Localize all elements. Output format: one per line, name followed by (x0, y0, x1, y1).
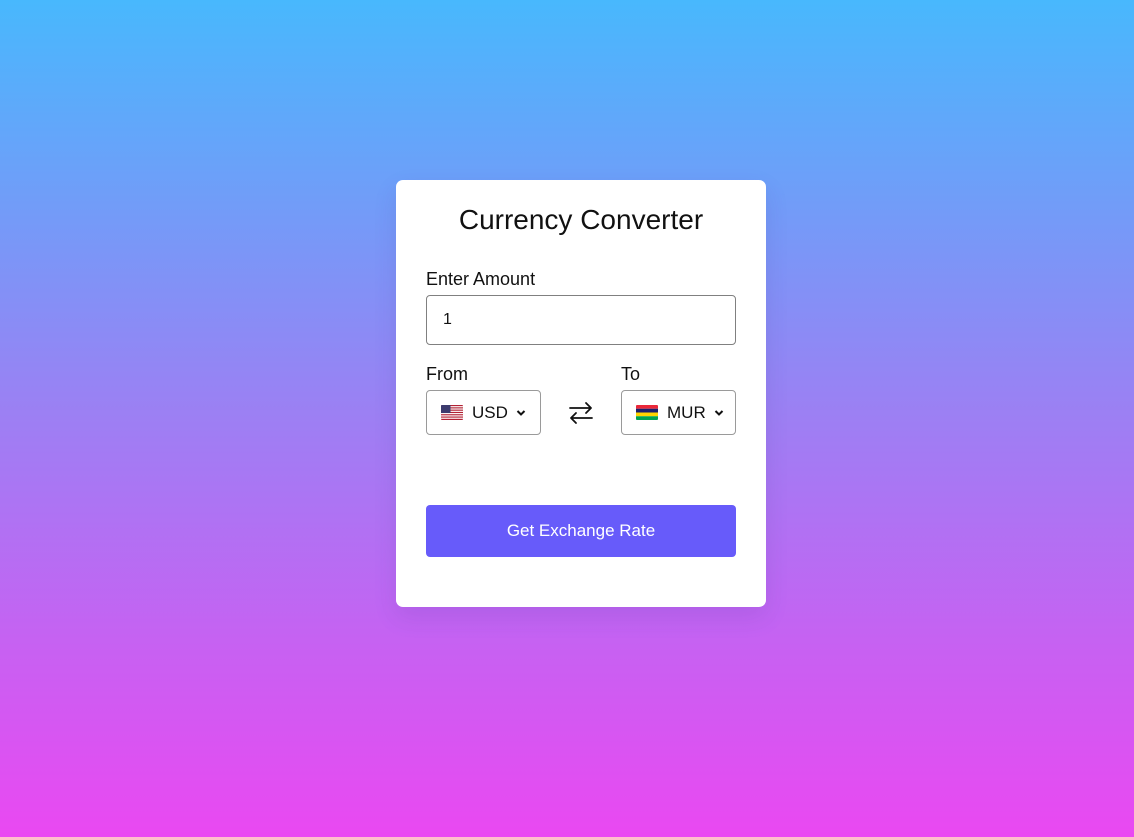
amount-input[interactable] (426, 295, 736, 345)
from-currency-select[interactable]: USD (426, 390, 541, 435)
chevron-down-icon (516, 404, 526, 422)
to-currency-select[interactable]: MUR (621, 390, 736, 435)
exchange-arrows-icon[interactable] (566, 398, 596, 428)
from-currency-code: USD (472, 402, 508, 422)
page-title: Currency Converter (458, 204, 704, 235)
to-currency-code: MUR (667, 402, 706, 422)
us-flag-icon (441, 405, 463, 420)
from-label: From (426, 364, 468, 384)
amount-label: Enter Amount (426, 269, 536, 289)
to-label: To (621, 364, 641, 384)
mauritius-flag-icon (636, 405, 658, 420)
converter-card: Currency Converter Enter Amount From To … (396, 180, 766, 607)
get-exchange-rate-button[interactable]: Get Exchange Rate (426, 505, 736, 557)
chevron-down-icon (714, 404, 724, 422)
